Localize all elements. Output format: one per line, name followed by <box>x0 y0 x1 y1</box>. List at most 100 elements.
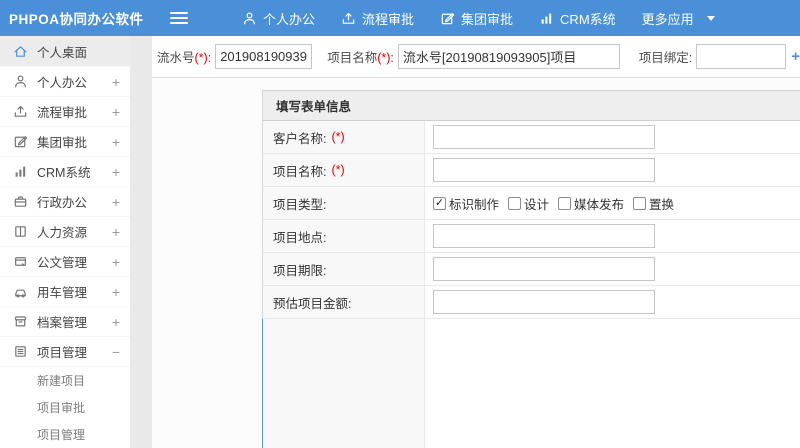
form-row-value <box>425 253 800 285</box>
sidebar-item-admin-office[interactable]: 行政办公 + <box>0 187 130 217</box>
plus-icon[interactable]: + <box>112 135 120 149</box>
checkbox-checked-icon[interactable]: ✓ <box>433 196 446 210</box>
form-content: 填写表单信息 客户名称: (*) 项目名称: (*) 项目类型: ✓ 标识制作 设计 媒体发布 置… <box>152 78 800 448</box>
sidebar-subitem-project-approval[interactable]: 项目审批 <box>0 394 130 421</box>
plus-icon[interactable]: + <box>112 165 120 179</box>
sidebar-item-label: CRM系统 <box>37 166 91 180</box>
project-period-input[interactable] <box>433 257 655 281</box>
form-row-value <box>425 154 800 186</box>
nav-item-label: 个人办公 <box>263 11 316 27</box>
sidebar-item-personal-office[interactable]: 个人办公 + <box>0 67 130 97</box>
checkbox-label: 置换 <box>649 197 675 212</box>
edit-icon <box>12 134 28 150</box>
project-name-input[interactable] <box>433 158 655 182</box>
checkbox-label: 设计 <box>524 197 550 212</box>
hamburger-icon[interactable] <box>170 11 190 25</box>
nav-item-crm-system[interactable]: CRM系统 <box>539 9 616 28</box>
sidebar-item-vehicle-mgmt[interactable]: 用车管理 + <box>0 277 130 307</box>
upload-icon <box>12 104 28 120</box>
nav-item-more-apps[interactable]: 更多应用 <box>642 9 715 28</box>
edit-icon <box>440 11 455 26</box>
nav-item-group-approval[interactable]: 集团审批 <box>440 9 513 28</box>
sidebar-item-project-mgmt[interactable]: 项目管理 − <box>0 337 130 367</box>
required-mark: (*) <box>331 163 345 177</box>
sidebar-item-label: 档案管理 <box>37 316 88 330</box>
form-row-project-name: 项目名称: (*) <box>263 154 800 187</box>
form-row-label: 项目地点: <box>263 220 425 252</box>
plus-icon[interactable]: + <box>112 105 120 119</box>
project-name-label: 项目名称(*): <box>327 51 394 65</box>
sidebar-item-label: 个人办公 <box>37 76 88 90</box>
serial-header-bar: 流水号(*): 项目名称(*): 项目绑定: + <box>152 36 800 78</box>
checkbox-unchecked-icon[interactable] <box>633 196 647 210</box>
main-area: 流水号(*): 项目名称(*): 项目绑定: + 填写表单信息 客户名称:(*)… <box>152 36 800 448</box>
checkbox-option-2[interactable]: 设计 <box>508 194 549 213</box>
book-icon <box>12 224 28 240</box>
home-icon <box>12 43 28 59</box>
plus-icon[interactable]: + <box>112 195 120 209</box>
checkbox-option-4[interactable]: 置换 <box>633 194 674 213</box>
app-window: PHPOA协同办公软件 个人办公 流程审批 集团审批 CRM系统 更多应用 个人桌面 个人… <box>0 0 800 448</box>
sidebar-item-document-mgmt[interactable]: 公文管理 + <box>0 247 130 277</box>
list-icon <box>12 344 28 360</box>
form-row-project-type: 项目类型: ✓ 标识制作 设计 媒体发布 置换 <box>263 187 800 220</box>
chart-icon <box>539 11 554 26</box>
minus-icon[interactable]: − <box>112 345 120 359</box>
caret-down-icon <box>706 15 715 21</box>
nav-item-label: 集团审批 <box>461 11 514 27</box>
form-row-label: 客户名称: (*) <box>263 121 425 153</box>
topnav-items: 个人办公 流程审批 集团审批 CRM系统 更多应用 <box>216 9 715 28</box>
plus-icon[interactable]: + <box>112 285 120 299</box>
checkbox-unchecked-icon[interactable] <box>508 196 522 210</box>
form-row-label: 前期接洽甲方意见: <box>263 319 425 448</box>
sidebar-item-workflow-approval[interactable]: 流程审批 + <box>0 97 130 127</box>
nav-item-workflow-approval[interactable]: 流程审批 <box>341 9 414 28</box>
customer-name-input[interactable] <box>433 125 655 149</box>
form-section-title: 填写表单信息 <box>263 91 800 121</box>
form-row-value <box>425 319 800 448</box>
checkbox-option-3[interactable]: 媒体发布 <box>558 194 624 213</box>
project-binding-label: 项目绑定: <box>638 51 693 65</box>
document-icon <box>12 254 28 270</box>
content-gutter <box>130 36 152 448</box>
sidebar-item-crm-system[interactable]: CRM系统 + <box>0 157 130 187</box>
sidebar-subitem-new-project[interactable]: 新建项目 <box>0 367 130 394</box>
archive-icon <box>12 314 28 330</box>
plus-icon[interactable]: + <box>112 255 120 269</box>
project-name-input[interactable] <box>397 44 620 69</box>
serial-input[interactable] <box>215 44 313 69</box>
nav-item-label: CRM系统 <box>560 11 616 27</box>
required-mark: (*) <box>331 130 345 144</box>
plus-icon[interactable]: + <box>112 75 120 89</box>
form-row-customer-name: 客户名称: (*) <box>263 121 800 154</box>
nav-item-personal-office[interactable]: 个人办公 <box>242 9 315 28</box>
form-row-label: 预估项目金额: <box>263 286 425 318</box>
checkbox-label: 标识制作 <box>449 197 500 212</box>
project-binding-input[interactable] <box>696 44 787 69</box>
sidebar-item-personal-desktop[interactable]: 个人桌面 <box>0 36 130 67</box>
sidebar-item-archive-mgmt[interactable]: 档案管理 + <box>0 307 130 337</box>
nav-item-label: 流程审批 <box>362 11 415 27</box>
checkbox-label: 媒体发布 <box>574 197 625 212</box>
sidebar-item-group-approval[interactable]: 集团审批 + <box>0 127 130 157</box>
upload-icon <box>341 11 356 26</box>
sidebar-item-label: 集团审批 <box>37 136 88 150</box>
sidebar-subitem-project-manage[interactable]: 项目管理 <box>0 421 130 448</box>
checkbox-unchecked-icon[interactable] <box>558 196 572 210</box>
form-table: 填写表单信息 客户名称: (*) 项目名称: (*) 项目类型: ✓ 标识制作 设计 媒体发布 置… <box>262 90 800 448</box>
form-row-value <box>425 121 800 153</box>
plus-icon[interactable]: + <box>112 315 120 329</box>
app-logo: PHPOA协同办公软件 <box>9 12 144 27</box>
plus-icon[interactable]: + <box>112 225 120 239</box>
estimated-amount-input[interactable] <box>433 290 655 314</box>
sidebar-item-human-resources[interactable]: 人力资源 + <box>0 217 130 247</box>
form-row-label: 项目类型: <box>263 187 425 219</box>
form-row-label: 项目期限: <box>263 253 425 285</box>
initial-opinion-textarea[interactable] <box>425 319 800 448</box>
project-location-input[interactable] <box>433 224 655 248</box>
sidebar-item-label: 用车管理 <box>37 286 88 300</box>
sidebar-item-label: 公文管理 <box>37 256 88 270</box>
add-binding-button[interactable]: + <box>791 48 800 65</box>
sidebar-item-label: 行政办公 <box>37 196 88 210</box>
checkbox-option-1[interactable]: ✓ 标识制作 <box>433 194 499 213</box>
